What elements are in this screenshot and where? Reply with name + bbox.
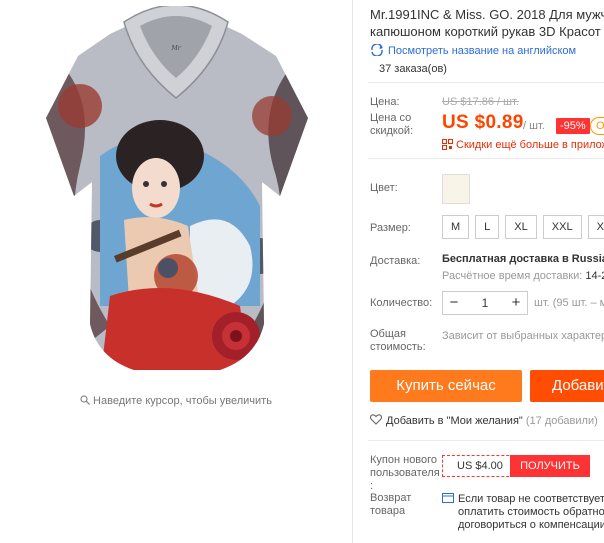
product-page: Mr Наведите курсор, чтобы увеличить Mr.1… [0, 0, 604, 543]
product-title-line2: капюшоном короткий рукав 3D Красот [370, 24, 601, 39]
svg-text:Mr: Mr [170, 45, 181, 52]
translate-icon [371, 44, 383, 56]
quantity-decrease-button[interactable]: − [443, 292, 465, 314]
color-swatch[interactable] [442, 174, 470, 204]
size-option-m[interactable]: M [442, 215, 470, 239]
translate-link-text: Посмотреть название на английском [388, 45, 577, 57]
wishlist-count: (17 добавили) [525, 415, 598, 427]
get-coupon-button[interactable]: ПОЛУЧИТЬ [510, 455, 590, 477]
coupon-label: Купон нового пользователя : [370, 454, 440, 492]
wishlist-text: Добавить в "Мои желания" [386, 415, 523, 427]
add-to-cart-button[interactable]: Добавит [530, 370, 604, 402]
discount-price-label: Цена со скидкой: [370, 112, 414, 137]
returns-line2: оплатить стоимость обратной [458, 506, 604, 518]
product-info: Mr.1991INC & Miss. GO. 2018 Для мужчи ка… [368, 0, 604, 543]
quantity-increase-button[interactable]: + [505, 292, 527, 314]
app-discount-link[interactable]: Скидки ещё больше в прилож [442, 139, 604, 151]
product-gallery: Mr Наведите курсор, чтобы увеличить [0, 0, 352, 543]
quantity-stepper: − 1 + [442, 291, 528, 315]
shipping-method[interactable]: Бесплатная доставка в Russian [442, 253, 604, 265]
delivery-time: Расчётное время доставки: 14-23 [442, 270, 604, 282]
divider [352, 0, 353, 543]
zoom-hint: Наведите курсор, чтобы увеличить [0, 395, 352, 407]
app-discount-text: Скидки ещё больше в прилож [456, 139, 604, 151]
heart-icon [370, 414, 382, 425]
quantity-label: Количество: [370, 297, 433, 309]
current-price: US $0.89 [442, 112, 524, 133]
returns-line3: договориться о компенсации [458, 519, 604, 531]
separator [368, 440, 604, 441]
price-unit: / шт. [523, 120, 545, 132]
zoom-hint-text: Наведите курсор, чтобы увеличить [93, 395, 272, 407]
returns-label: Возврат товара [370, 492, 412, 517]
translate-link[interactable]: Посмотреть название на английском [370, 44, 576, 57]
total-label: Общая стоимость: [370, 328, 426, 353]
size-options: M L XL XXL XXX [442, 215, 604, 239]
shipping-label: Доставка: [370, 255, 421, 267]
old-price: US $17.86 / шт. [442, 96, 519, 108]
discount-badge: -95% [556, 118, 590, 134]
delivery-time-label: Расчётное время доставки: [442, 270, 583, 282]
product-title-line1: Mr.1991INC & Miss. GO. 2018 Для мужчи [370, 7, 604, 22]
buy-now-button[interactable]: Купить сейчас [370, 370, 522, 402]
magnifier-icon [80, 395, 90, 405]
separator [368, 158, 604, 159]
product-image[interactable]: Mr [40, 6, 312, 382]
wishlist-link[interactable]: Добавить в "Мои желания" (17 добавили) [370, 414, 598, 427]
color-label: Цвет: [370, 182, 398, 194]
returns-line1: Если товар не соответствует о [458, 493, 604, 505]
delivery-time-value: 14-23 [585, 270, 604, 282]
total-value: Зависит от выбранных характери [442, 330, 604, 342]
stock-info: шт. (95 шт. – м [534, 297, 604, 309]
size-option-xl[interactable]: XL [505, 215, 537, 239]
return-policy-icon [442, 493, 454, 503]
size-option-xxxl[interactable]: XXX [587, 215, 604, 239]
price-label: Цена: [370, 96, 400, 108]
size-label: Размер: [370, 222, 411, 234]
qr-code-icon [442, 139, 453, 150]
separator [368, 82, 604, 83]
extra-discount-badge[interactable]: О [590, 117, 604, 135]
product-title: Mr.1991INC & Miss. GO. 2018 Для мужчи ка… [370, 6, 604, 40]
quantity-input[interactable]: 1 [465, 292, 505, 314]
returns-policy: Если товар не соответствует о оплатить с… [442, 492, 604, 532]
size-option-xxl[interactable]: XXL [542, 215, 582, 239]
size-option-l[interactable]: L [475, 215, 500, 239]
orders-count: 37 заказа(ов) [379, 63, 447, 75]
